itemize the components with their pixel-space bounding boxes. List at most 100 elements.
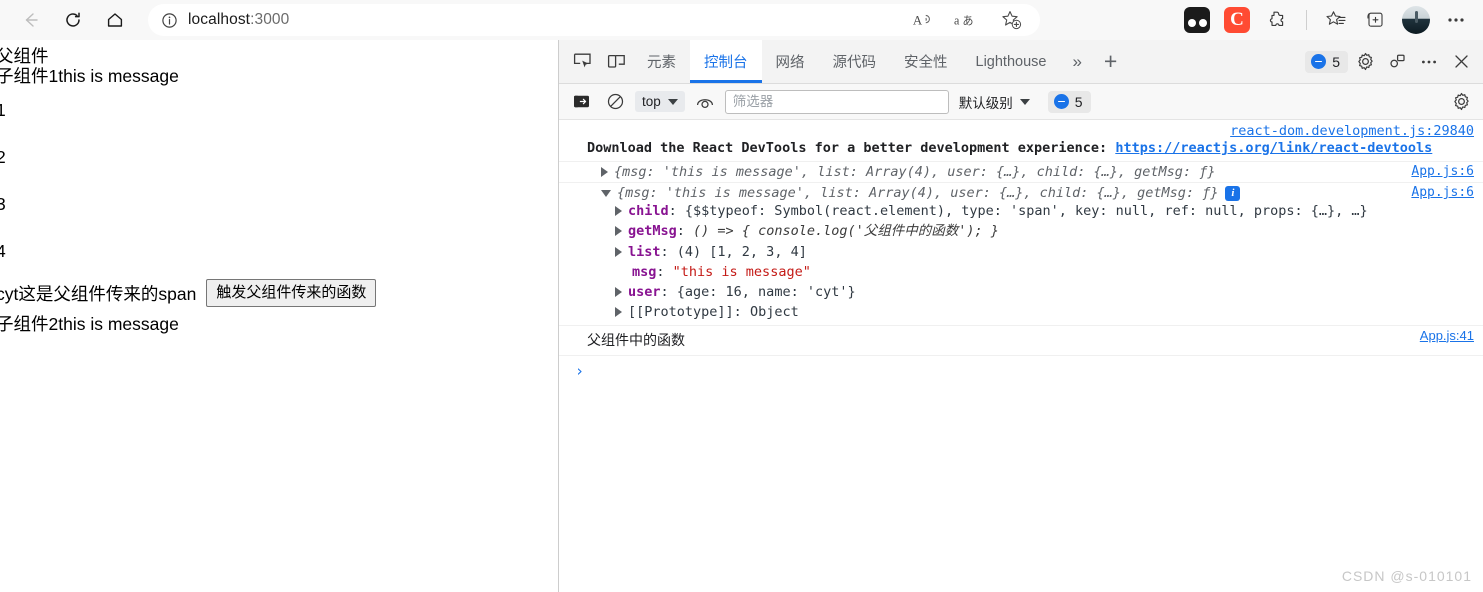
- extension-c-icon[interactable]: C: [1220, 3, 1254, 37]
- home-icon[interactable]: [98, 3, 132, 37]
- refresh-icon[interactable]: [56, 3, 90, 37]
- devtools-panel: 元素 控制台 网络 源代码 安全性 Lighthouse » + 5 top 筛…: [558, 40, 1483, 592]
- more-tabs-icon[interactable]: »: [1060, 40, 1093, 83]
- add-favorite-icon[interactable]: [994, 3, 1028, 37]
- address-input[interactable]: localhost:3000: [184, 11, 289, 29]
- log2-prop-list[interactable]: list: (4) [1, 2, 3, 4]: [559, 242, 1483, 262]
- svg-text:あ: あ: [962, 15, 973, 28]
- react-notice-source[interactable]: react-dom.development.js:29840: [1230, 123, 1474, 139]
- address-actions: A aあ: [906, 3, 1034, 37]
- log2-source[interactable]: App.js:6: [1411, 185, 1474, 200]
- collapse-arrow-icon[interactable]: [601, 189, 611, 197]
- log-level-select[interactable]: 默认级别: [959, 92, 1030, 112]
- log3-source[interactable]: App.js:41: [1420, 328, 1474, 343]
- chevron-down-icon: [1019, 98, 1030, 105]
- console-prompt[interactable]: ›: [559, 356, 1483, 380]
- log2-prop-msg[interactable]: msg: "this is message": [559, 262, 1483, 282]
- dock-side-icon[interactable]: [1382, 47, 1412, 77]
- message-bubble-icon: [1311, 54, 1327, 69]
- console-row-log3[interactable]: 父组件中的函数 App.js:41: [559, 326, 1483, 356]
- filter-input[interactable]: [724, 89, 949, 114]
- trigger-parent-function-button[interactable]: 触发父组件传来的函数: [206, 279, 377, 308]
- prop-key: msg: [632, 263, 657, 280]
- execution-context-label: top: [642, 94, 661, 109]
- favorites-icon[interactable]: [1319, 3, 1353, 37]
- tab-console[interactable]: 控制台: [690, 40, 762, 83]
- console-row-log2[interactable]: {msg: 'this is message', list: Array(4),…: [559, 183, 1483, 326]
- console-settings-gear-icon[interactable]: [1446, 87, 1476, 117]
- browser-window: localhost:3000 A aあ C 父组件 子组件1this is me…: [0, 0, 1483, 592]
- address-bar[interactable]: localhost:3000 A aあ: [148, 4, 1040, 36]
- close-icon[interactable]: [1446, 47, 1476, 77]
- expand-arrow-icon[interactable]: [601, 167, 608, 177]
- console-settings-group: [1446, 87, 1483, 117]
- expand-arrow-icon[interactable]: [615, 307, 622, 318]
- expand-arrow-icon[interactable]: [615, 206, 622, 216]
- tab-network[interactable]: 网络: [762, 40, 819, 83]
- log1-preview-line[interactable]: {msg: 'this is message', list: Array(4),…: [559, 164, 1483, 180]
- add-tab-icon[interactable]: +: [1094, 40, 1127, 83]
- console-sidebar-icon[interactable]: [567, 89, 595, 115]
- log2-prop-prototype[interactable]: [[Prototype]]: Object: [559, 302, 1483, 322]
- react-notice-text-line: Download the React DevTools for a better…: [559, 139, 1483, 159]
- profile-avatar[interactable]: [1399, 3, 1433, 37]
- browser-more-icon[interactable]: [1439, 3, 1473, 37]
- devtools-tabbar-actions: 5: [1305, 40, 1483, 83]
- message-count-label: 5: [1332, 53, 1340, 70]
- gear-icon[interactable]: [1350, 47, 1380, 77]
- prop-key: list: [628, 243, 661, 260]
- clear-console-icon[interactable]: [601, 89, 629, 115]
- info-icon[interactable]: i: [1225, 185, 1241, 201]
- read-aloud-icon[interactable]: A: [906, 3, 940, 37]
- extensions-puzzle-icon[interactable]: [1260, 3, 1294, 37]
- child1-text: 子组件1this is message: [0, 65, 179, 86]
- tab-lighthouse[interactable]: Lighthouse: [962, 40, 1061, 83]
- prop-key: [[Prototype]]: [628, 304, 734, 321]
- prop-value: (4) [1, 2, 3, 4]: [676, 243, 807, 260]
- expand-arrow-icon[interactable]: [615, 226, 622, 237]
- log2-preview-line[interactable]: {msg: 'this is message', list: Array(4),…: [559, 185, 1483, 201]
- translate-icon[interactable]: aあ: [950, 3, 984, 37]
- inspect-element-icon[interactable]: [565, 40, 599, 83]
- log2-prop-getmsg[interactable]: getMsg: () => { console.log('父组件中的函数'); …: [559, 221, 1483, 241]
- console-row-log1[interactable]: {msg: 'this is message', list: Array(4),…: [559, 162, 1483, 183]
- list-item: 3: [0, 194, 6, 214]
- tab-sources[interactable]: 源代码: [819, 40, 891, 83]
- react-notice-text: Download the React DevTools for a better…: [587, 140, 1116, 156]
- log2-prop-user[interactable]: user: {age: 16, name: 'cyt'}: [559, 282, 1483, 302]
- device-toolbar-icon[interactable]: [599, 40, 633, 83]
- react-devtools-link[interactable]: https://reactjs.org/link/react-devtools: [1115, 140, 1432, 156]
- collections-icon[interactable]: [1359, 3, 1393, 37]
- devtools-more-icon[interactable]: [1414, 47, 1444, 77]
- span-and-button-row: cyt这是父组件传来的span 触发父组件传来的函数: [0, 279, 558, 308]
- tab-elements[interactable]: 元素: [633, 40, 690, 83]
- log3-text: 父组件中的函数: [587, 331, 685, 348]
- svg-text:A: A: [913, 14, 923, 28]
- extension-dark-icon[interactable]: [1180, 3, 1214, 37]
- back-icon[interactable]: [14, 3, 48, 37]
- log1-source[interactable]: App.js:6: [1411, 164, 1474, 179]
- prop-value: {$$typeof: Symbol(react.element), type: …: [684, 203, 1368, 219]
- svg-text:a: a: [954, 14, 960, 28]
- live-expression-icon[interactable]: [691, 89, 719, 115]
- address-host: localhost: [188, 11, 251, 28]
- site-info-icon[interactable]: [154, 12, 184, 29]
- prop-value: () => { console.log('父组件中的函数'); }: [693, 223, 999, 240]
- prop-key: user: [628, 284, 661, 300]
- expand-arrow-icon[interactable]: [615, 287, 622, 297]
- console-row-react-notice[interactable]: react-dom.development.js:29840 Download …: [559, 120, 1483, 162]
- message-count-badge[interactable]: 5: [1305, 50, 1348, 73]
- child2-text: 子组件2this is message: [0, 314, 179, 335]
- page-heading: 父组件: [0, 46, 49, 66]
- navigation-buttons: [0, 3, 132, 37]
- prop-key: getMsg: [628, 223, 677, 240]
- execution-context-select[interactable]: top: [635, 91, 685, 112]
- tab-security[interactable]: 安全性: [890, 40, 962, 83]
- prop-value: {age: 16, name: 'cyt'}: [676, 284, 856, 300]
- console-log-list[interactable]: react-dom.development.js:29840 Download …: [559, 120, 1483, 592]
- expand-arrow-icon[interactable]: [615, 246, 622, 257]
- console-message-count-badge[interactable]: 5: [1047, 90, 1091, 113]
- log2-prop-child[interactable]: child: {$$typeof: Symbol(react.element),…: [559, 201, 1483, 221]
- chevron-down-icon: [667, 98, 678, 105]
- message-bubble-icon: [1053, 94, 1069, 109]
